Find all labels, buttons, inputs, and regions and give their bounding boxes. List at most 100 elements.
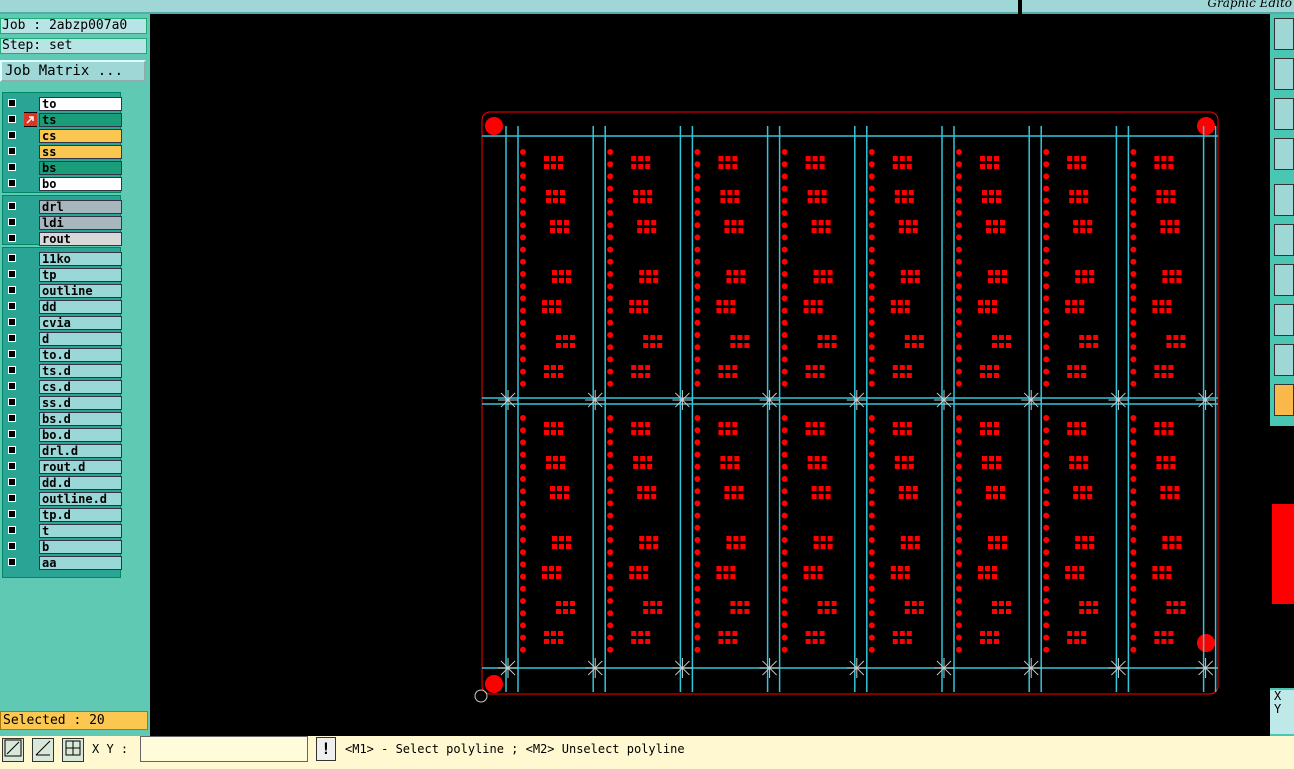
layer-name[interactable]: cvia (39, 316, 122, 330)
tool-net-icon[interactable] (1274, 224, 1294, 256)
tool-copy-icon[interactable] (1274, 98, 1294, 130)
layer-name[interactable]: cs (39, 129, 122, 143)
layer-name[interactable]: bs (39, 161, 122, 175)
layer-checkbox[interactable] (8, 286, 16, 294)
tool-line-icon[interactable] (1274, 344, 1294, 376)
layer-checkbox[interactable] (8, 202, 16, 210)
layer-checkbox[interactable] (8, 558, 16, 566)
layer-name[interactable]: drl (39, 200, 122, 214)
layer-checkbox[interactable] (8, 510, 16, 518)
layer-checkbox[interactable] (8, 350, 16, 358)
layer-checkbox[interactable] (8, 462, 16, 470)
layer-name[interactable]: bs.d (39, 412, 122, 426)
pcb-panel-view[interactable] (150, 14, 1270, 736)
layer-name[interactable]: ts.d (39, 364, 122, 378)
layer-checkbox[interactable] (8, 318, 16, 326)
layer-row-ts[interactable]: ts (5, 112, 122, 127)
layer-row-t[interactable]: t (5, 523, 122, 538)
layer-row-dd[interactable]: dd (5, 299, 122, 314)
layer-checkbox[interactable] (8, 478, 16, 486)
layer-row-bo[interactable]: bo (5, 176, 122, 191)
layer-row-dd-d[interactable]: dd.d (5, 475, 122, 490)
layer-row-rout-d[interactable]: rout.d (5, 459, 122, 474)
layer-name[interactable]: drl.d (39, 444, 122, 458)
layer-row-d[interactable]: d (5, 331, 122, 346)
layer-row-ldi[interactable]: ldi (5, 215, 122, 230)
layer-checkbox[interactable] (8, 414, 16, 422)
layer-name[interactable]: ss.d (39, 396, 122, 410)
layer-checkbox[interactable] (8, 494, 16, 502)
layer-row-ss[interactable]: ss (5, 144, 122, 159)
tool-open-icon[interactable] (1274, 18, 1294, 50)
layer-name[interactable]: aa (39, 556, 122, 570)
layer-name[interactable]: outline.d (39, 492, 122, 506)
layer-checkbox[interactable] (8, 366, 16, 374)
layer-checkbox[interactable] (8, 99, 16, 107)
layer-checkbox[interactable] (8, 254, 16, 262)
layer-row-ts-d[interactable]: ts.d (5, 363, 122, 378)
layer-row-bs[interactable]: bs (5, 160, 122, 175)
layer-row-b[interactable]: b (5, 539, 122, 554)
layer-name[interactable]: t (39, 524, 122, 538)
layer-checkbox[interactable] (8, 382, 16, 390)
layer-checkbox[interactable] (8, 234, 16, 242)
layer-name[interactable]: bo (39, 177, 122, 191)
layer-checkbox[interactable] (8, 398, 16, 406)
layer-row-aa[interactable]: aa (5, 555, 122, 570)
tool-edit-icon[interactable] (1274, 138, 1294, 170)
tool-pointer-icon[interactable] (1274, 384, 1294, 416)
layer-row-cs[interactable]: cs (5, 128, 122, 143)
layer-name[interactable]: d (39, 332, 122, 346)
layer-checkbox[interactable] (8, 430, 16, 438)
tool-select-icon[interactable] (1274, 184, 1294, 216)
xy-coordinate-input[interactable] (140, 736, 308, 762)
layer-row-to[interactable]: to (5, 96, 122, 111)
layer-name[interactable]: ss (39, 145, 122, 159)
layer-row-bs-d[interactable]: bs.d (5, 411, 122, 426)
layer-name[interactable]: to (39, 97, 122, 111)
tool-move-icon[interactable] (1274, 58, 1294, 90)
layer-row-tp-d[interactable]: tp.d (5, 507, 122, 522)
tool-measure-icon[interactable] (1274, 264, 1294, 296)
layer-row-cs-d[interactable]: cs.d (5, 379, 122, 394)
layer-checkbox[interactable] (8, 542, 16, 550)
layer-checkbox[interactable] (8, 179, 16, 187)
layer-name[interactable]: rout (39, 232, 122, 246)
layer-name[interactable]: outline (39, 284, 122, 298)
layer-name[interactable]: to.d (39, 348, 122, 362)
layer-checkbox[interactable] (8, 446, 16, 454)
layer-checkbox[interactable] (8, 218, 16, 226)
layer-checkbox[interactable] (8, 115, 16, 123)
layer-row-to-d[interactable]: to.d (5, 347, 122, 362)
layer-row-ss-d[interactable]: ss.d (5, 395, 122, 410)
layer-checkbox[interactable] (8, 131, 16, 139)
layer-name[interactable]: 11ko (39, 252, 122, 266)
layer-row-tp[interactable]: tp (5, 267, 122, 282)
layer-checkbox[interactable] (8, 302, 16, 310)
alert-button[interactable]: ! (316, 737, 336, 761)
layer-name[interactable]: dd.d (39, 476, 122, 490)
layer-name[interactable]: ts (39, 113, 122, 127)
layer-name[interactable]: tp (39, 268, 122, 282)
layer-name[interactable]: dd (39, 300, 122, 314)
graphic-canvas[interactable] (150, 14, 1270, 736)
layer-row-rout[interactable]: rout (5, 231, 122, 246)
snap-icon[interactable] (32, 738, 54, 762)
layer-name[interactable]: tp.d (39, 508, 122, 522)
layer-checkbox[interactable] (8, 526, 16, 534)
layer-row-outline-d[interactable]: outline.d (5, 491, 122, 506)
grid-icon[interactable] (62, 738, 84, 762)
zoom-box-icon[interactable] (2, 738, 24, 762)
layer-row-drl-d[interactable]: drl.d (5, 443, 122, 458)
layer-checkbox[interactable] (8, 163, 16, 171)
layer-checkbox[interactable] (8, 334, 16, 342)
layer-checkbox[interactable] (8, 147, 16, 155)
layer-row-bo-d[interactable]: bo.d (5, 427, 122, 442)
layer-name[interactable]: b (39, 540, 122, 554)
layer-name[interactable]: ldi (39, 216, 122, 230)
layer-row-11ko[interactable]: 11ko (5, 251, 122, 266)
layer-row-drl[interactable]: drl (5, 199, 122, 214)
layer-row-outline[interactable]: outline (5, 283, 122, 298)
tool-pad-icon[interactable] (1274, 304, 1294, 336)
layer-row-cvia[interactable]: cvia (5, 315, 122, 330)
